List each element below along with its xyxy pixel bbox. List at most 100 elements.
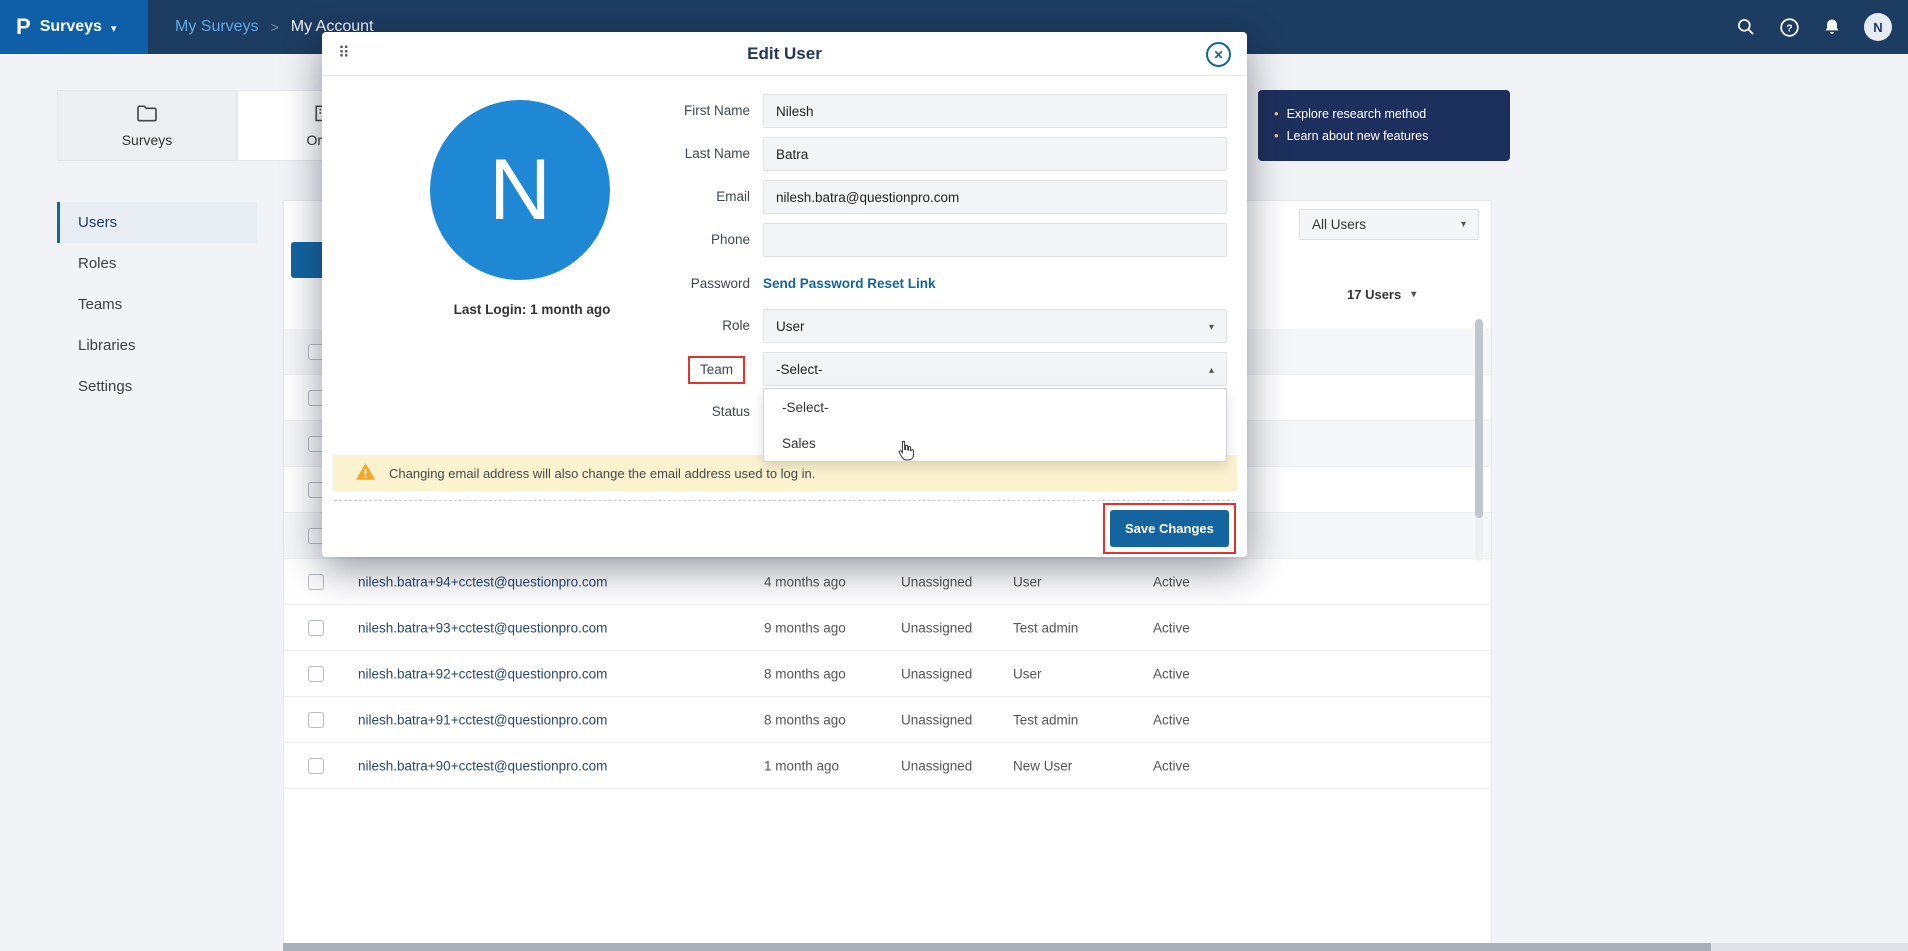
status-cell: Active (1153, 758, 1190, 773)
last-login-cell: 8 months ago (764, 712, 846, 727)
save-changes-button[interactable]: Save Changes (1110, 510, 1229, 547)
last-login-cell: 8 months ago (764, 666, 846, 681)
tab-surveys[interactable]: Surveys (57, 90, 237, 161)
first-name-label: First Name (620, 94, 750, 128)
vertical-scrollbar (1475, 319, 1483, 561)
topbar-actions: ? N (1735, 0, 1892, 54)
team-option-sales[interactable]: Sales (764, 425, 1226, 461)
team-cell: Unassigned (901, 574, 972, 589)
sidebar-item-libraries[interactable]: Libraries (57, 325, 257, 366)
status-cell: Active (1153, 712, 1190, 727)
questionpro-logo: P (16, 14, 31, 40)
role-cell: New User (1013, 758, 1072, 773)
promo-link-research[interactable]: Explore research method (1274, 103, 1510, 125)
user-avatar-large: N (430, 100, 610, 280)
promo-panel: Explore research method Learn about new … (1258, 90, 1510, 161)
chevron-down-icon: ▾ (1461, 219, 1466, 230)
table-row: nilesh.batra+90+cctest@questionpro.com 1… (284, 743, 1491, 789)
sidebar-item-settings[interactable]: Settings (57, 366, 257, 407)
sidebar-item-users[interactable]: Users (57, 202, 257, 243)
team-dropdown-panel: -Select- Sales (763, 388, 1227, 462)
row-checkbox[interactable] (308, 758, 324, 774)
users-count-dropdown[interactable]: 17 Users ▾ (1347, 287, 1416, 302)
last-login-cell: 1 month ago (764, 758, 839, 773)
row-checkbox[interactable] (308, 712, 324, 728)
role-select-value: User (776, 319, 805, 334)
chevron-up-icon: ▴ (1209, 353, 1214, 387)
last-name-label: Last Name (620, 137, 750, 171)
user-avatar[interactable]: N (1864, 13, 1892, 41)
users-count-label: 17 Users (1347, 287, 1401, 302)
role-select[interactable]: User ▾ (763, 309, 1227, 343)
sidebar-item-settings-label: Settings (78, 378, 132, 395)
drag-handle-icon[interactable]: ⠿ (338, 43, 350, 63)
breadcrumb-my-surveys[interactable]: My Surveys (175, 18, 259, 36)
status-cell: Active (1153, 666, 1190, 681)
footer-divider (334, 500, 1235, 501)
warning-text: Changing email address will also change … (389, 466, 815, 481)
team-option-select[interactable]: -Select- (764, 389, 1226, 425)
team-cell: Unassigned (901, 758, 972, 773)
team-select[interactable]: -Select- ▴ (763, 352, 1227, 386)
first-name-field[interactable]: Nilesh (763, 94, 1227, 128)
horizontal-scrollbar-thumb[interactable] (283, 943, 1711, 951)
warning-icon (355, 462, 376, 484)
table-row: nilesh.batra+93+cctest@questionpro.com 9… (284, 605, 1491, 651)
sidebar-item-teams[interactable]: Teams (57, 284, 257, 325)
svg-text:?: ? (1786, 22, 1792, 34)
sidebar-item-users-label: Users (78, 214, 117, 231)
chevron-down-icon: ▾ (1411, 289, 1416, 300)
user-filter-select[interactable]: All Users ▾ (1299, 209, 1479, 240)
chevron-down-icon: ▾ (1209, 310, 1214, 344)
sidebar-item-roles[interactable]: Roles (57, 243, 257, 284)
role-cell: User (1013, 574, 1042, 589)
search-icon[interactable] (1735, 16, 1757, 38)
table-row: nilesh.batra+94+cctest@questionpro.com 4… (284, 559, 1491, 605)
notifications-bell-icon[interactable] (1821, 16, 1843, 38)
tab-surveys-label: Surveys (122, 132, 173, 148)
modal-title: Edit User (322, 32, 1247, 76)
row-checkbox[interactable] (308, 666, 324, 682)
sidebar-item-libraries-label: Libraries (78, 337, 136, 354)
password-reset-link[interactable]: Send Password Reset Link (763, 267, 936, 301)
promo-link-features-label: Learn about new features (1287, 125, 1429, 147)
modal-header: ⠿ Edit User ✕ (322, 32, 1247, 76)
folder-icon (136, 104, 158, 125)
settings-sidebar: Users Roles Teams Libraries Settings (57, 202, 257, 407)
role-cell: User (1013, 666, 1042, 681)
email-field[interactable]: nilesh.batra@questionpro.com (763, 180, 1227, 214)
user-email-link[interactable]: nilesh.batra+92+cctest@questionpro.com (358, 666, 607, 681)
status-cell: Active (1153, 620, 1190, 635)
user-email-link[interactable]: nilesh.batra+94+cctest@questionpro.com (358, 574, 607, 589)
row-checkbox[interactable] (308, 574, 324, 590)
help-icon[interactable]: ? (1778, 16, 1800, 38)
last-name-field[interactable]: Batra (763, 137, 1227, 171)
status-label: Status (620, 395, 750, 429)
user-email-link[interactable]: nilesh.batra+91+cctest@questionpro.com (358, 712, 607, 727)
role-cell: Test admin (1013, 712, 1078, 727)
save-button-highlight: Save Changes (1103, 503, 1236, 554)
last-login-cell: 4 months ago (764, 574, 846, 589)
team-cell: Unassigned (901, 666, 972, 681)
chevron-down-icon: ▾ (111, 22, 117, 35)
product-switcher[interactable]: P Surveys ▾ (0, 0, 148, 54)
status-cell: Active (1153, 574, 1190, 589)
row-checkbox[interactable] (308, 620, 324, 636)
last-login-cell: 9 months ago (764, 620, 846, 635)
mouse-pointer-icon (898, 440, 915, 467)
table-row: nilesh.batra+91+cctest@questionpro.com 8… (284, 697, 1491, 743)
user-email-link[interactable]: nilesh.batra+93+cctest@questionpro.com (358, 620, 607, 635)
product-name: Surveys (40, 18, 102, 36)
vertical-scrollbar-thumb[interactable] (1475, 319, 1483, 518)
promo-link-research-label: Explore research method (1287, 103, 1427, 125)
user-email-link[interactable]: nilesh.batra+90+cctest@questionpro.com (358, 758, 607, 773)
promo-link-features[interactable]: Learn about new features (1274, 125, 1510, 147)
password-label: Password (620, 267, 750, 301)
team-select-value: -Select- (776, 362, 823, 377)
close-icon[interactable]: ✕ (1206, 42, 1231, 67)
phone-label: Phone (620, 223, 750, 257)
phone-field[interactable] (763, 223, 1227, 257)
table-row: nilesh.batra+92+cctest@questionpro.com 8… (284, 651, 1491, 697)
team-cell: Unassigned (901, 712, 972, 727)
role-cell: Test admin (1013, 620, 1078, 635)
